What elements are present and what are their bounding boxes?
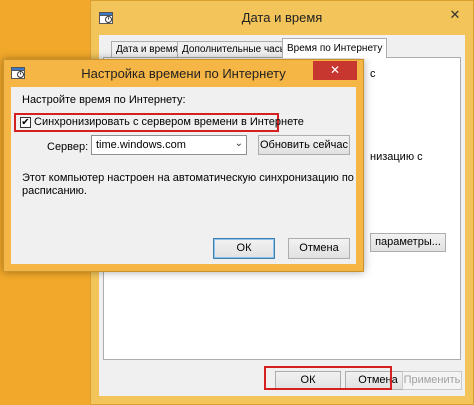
- date-time-titlebar[interactable]: Дата и время ✕: [91, 1, 473, 35]
- update-now-button[interactable]: Обновить сейчас: [258, 135, 350, 155]
- partial-text: с: [370, 68, 376, 80]
- window-title: Дата и время: [241, 10, 323, 25]
- ok-button[interactable]: ОК: [213, 238, 275, 259]
- server-value: time.windows.com: [96, 139, 186, 151]
- info-text-line1: Этот компьютер настроен на автоматическу…: [22, 172, 354, 184]
- section-label: Настройте время по Интернету:: [22, 94, 186, 106]
- apply-button[interactable]: Применить: [402, 371, 462, 390]
- change-parameters-button[interactable]: параметры...: [370, 233, 446, 252]
- info-text-line2: расписанию.: [22, 185, 87, 197]
- server-label: Сервер:: [47, 141, 89, 153]
- tab-date-time[interactable]: Дата и время: [111, 41, 184, 57]
- internet-time-settings-dialog: Настройка времени по Интернету ✕ Настрой…: [3, 59, 364, 272]
- dialog-client-area: Настройте время по Интернету: ✔ Синхрони…: [11, 87, 356, 264]
- close-icon[interactable]: ✕: [445, 6, 465, 24]
- sync-checkbox[interactable]: ✔: [20, 117, 31, 128]
- tab-internet-time[interactable]: Время по Интернету: [282, 38, 388, 58]
- dialog-title: Настройка времени по Интернету: [81, 66, 286, 81]
- server-combobox[interactable]: time.windows.com ⌄: [91, 135, 247, 155]
- dialog-titlebar[interactable]: Настройка времени по Интернету ✕: [4, 60, 363, 87]
- partial-text: низацию с: [370, 151, 423, 163]
- chevron-down-icon[interactable]: ⌄: [235, 138, 243, 149]
- highlight-ok-cancel: [264, 366, 392, 390]
- tab-additional-clocks[interactable]: Дополнительные часы: [177, 41, 292, 57]
- sync-checkbox-label[interactable]: Синхронизировать с сервером времени в Ин…: [34, 116, 304, 128]
- close-icon[interactable]: ✕: [313, 61, 357, 80]
- cancel-button[interactable]: Отмена: [288, 238, 350, 259]
